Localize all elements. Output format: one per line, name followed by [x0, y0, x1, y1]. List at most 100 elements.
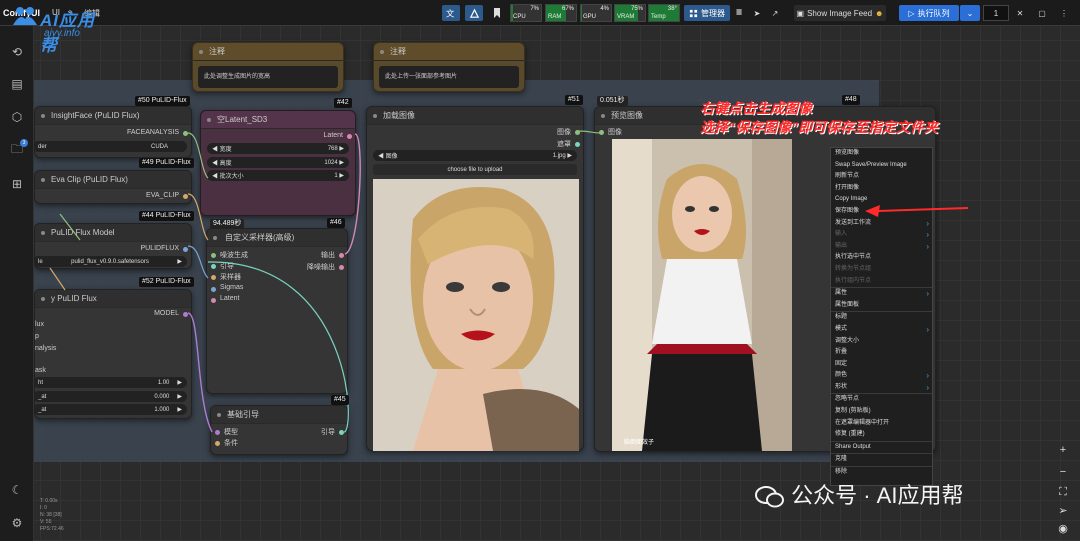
workflow-icon[interactable]: [465, 5, 483, 21]
context-menu-item[interactable]: 标题: [831, 312, 932, 324]
empty-latent-node[interactable]: 空Latent_SD3 Latent ◀ 宽度 768 ▶ ◀ 高度 1024 …: [200, 110, 356, 216]
node-title[interactable]: 空Latent_SD3: [201, 111, 355, 129]
note-node-upload[interactable]: 注释 此处上传一张面部参考图片: [373, 42, 525, 92]
output-port[interactable]: [183, 247, 188, 252]
batch-count-input[interactable]: 1: [983, 5, 1009, 21]
meter-value: 38°: [667, 6, 677, 12]
node-title[interactable]: 基础引导: [211, 406, 347, 424]
output-port[interactable]: [183, 194, 188, 199]
input-port[interactable]: [599, 130, 604, 135]
apply-pulid-node[interactable]: y PuLID Flux MODEL lux p nalysis ask ht …: [33, 289, 192, 419]
basic-guider-node[interactable]: 基础引导 模型 条件 引导: [210, 405, 348, 455]
batch-size-widget[interactable]: ◀ 批次大小 1 ▶: [207, 170, 349, 181]
toggle-links-icon[interactable]: ◉: [1055, 520, 1071, 536]
context-menu-item[interactable]: 刷新节点: [831, 171, 932, 183]
context-menu-item[interactable]: 属性 ›: [831, 288, 932, 300]
node-title[interactable]: y PuLID Flux: [35, 290, 191, 308]
start-at-widget[interactable]: _at 0.000 ▶: [33, 391, 187, 402]
trend-icon[interactable]: ↗: [768, 5, 782, 21]
width-widget[interactable]: ◀ 宽度 768 ▶: [207, 143, 349, 154]
pointer-mode-icon[interactable]: ➢: [1055, 502, 1071, 518]
insightface-node[interactable]: InsightFace (PuLID Flux) FACEANALYSIS de…: [33, 106, 192, 158]
pulid-model-node[interactable]: PuLID Flux Model PULIDFLUX le pulid_flux…: [33, 223, 192, 269]
note-node-size[interactable]: 注释 此处调整生成图片的宽高: [192, 42, 344, 92]
zoom-in-icon[interactable]: +: [1055, 442, 1071, 458]
input-port[interactable]: [215, 441, 220, 446]
output-port[interactable]: [339, 253, 344, 258]
note-text[interactable]: 此处上传一张面部参考图片: [379, 66, 519, 88]
zoom-out-icon[interactable]: −: [1055, 464, 1071, 480]
maximize-icon[interactable]: ▢: [1036, 5, 1048, 21]
context-menu-item[interactable]: 打开图像: [831, 183, 932, 195]
context-menu-item[interactable]: 预览图像: [831, 148, 932, 160]
context-menu-item[interactable]: 固定: [831, 359, 932, 371]
node-title[interactable]: Eva Clip (PuLID Flux): [35, 171, 191, 189]
end-at-widget[interactable]: _at 1.000 ▶: [33, 404, 187, 415]
input-port[interactable]: [215, 430, 220, 435]
node-title[interactable]: InsightFace (PuLID Flux): [35, 107, 191, 125]
image-select-widget[interactable]: ◀ 图像 1.jpg ▶: [373, 150, 577, 161]
context-menu-item[interactable]: 在遮罩编辑器中打开: [831, 418, 932, 430]
run-mode-dropdown[interactable]: ⌄: [960, 5, 980, 21]
input-port[interactable]: [211, 275, 216, 280]
context-menu-item[interactable]: 折叠: [831, 347, 932, 359]
context-menu-item[interactable]: 复制 (剪贴板): [831, 406, 932, 418]
context-menu-item[interactable]: Share Output: [831, 442, 932, 454]
queue-list-icon[interactable]: ▤: [9, 76, 25, 92]
context-menu-item[interactable]: 颜色 ›: [831, 370, 932, 382]
history-icon[interactable]: ⟲: [9, 44, 25, 60]
custom-sampler-node[interactable]: 自定义采样器(高级) 噪波生成 引导 采样器 Sigmas Latent 输出 …: [206, 228, 348, 394]
context-menu-item[interactable]: 调整大小: [831, 336, 932, 348]
output-port[interactable]: [183, 131, 188, 136]
input-port[interactable]: [211, 264, 216, 269]
output-port[interactable]: [347, 134, 352, 139]
clear-queue-icon[interactable]: ✕: [1014, 5, 1026, 21]
output-port[interactable]: [339, 430, 344, 435]
input-port[interactable]: [211, 253, 216, 258]
node-tree-icon[interactable]: ⊞: [9, 176, 25, 192]
output-port[interactable]: [339, 265, 344, 270]
context-menu-item[interactable]: 克隆: [831, 454, 932, 466]
input-port[interactable]: [211, 298, 216, 303]
node-title[interactable]: 自定义采样器(高级): [207, 229, 347, 247]
note-text[interactable]: 此处调整生成图片的宽高: [198, 66, 338, 88]
manager-button[interactable]: 管理器: [684, 5, 730, 21]
context-menu-item[interactable]: 执行选中节点: [831, 252, 932, 264]
meter-value: 4%: [600, 6, 609, 12]
input-port[interactable]: [211, 287, 216, 292]
node-badge: #45: [331, 395, 349, 405]
stats-icon[interactable]: 𝄜: [732, 5, 746, 21]
node-title[interactable]: PuLID Flux Model: [35, 224, 191, 242]
show-image-feed-button[interactable]: ▣ Show Image Feed ☻: [794, 5, 886, 21]
context-menu-item[interactable]: 模式 ›: [831, 324, 932, 336]
height-widget[interactable]: ◀ 高度 1024 ▶: [207, 157, 349, 168]
context-menu-item[interactable]: 形状 ›: [831, 382, 932, 394]
output-port[interactable]: [183, 312, 188, 317]
node-title[interactable]: 加载图像: [367, 107, 583, 125]
cube-icon[interactable]: ⬡: [9, 109, 25, 125]
weight-widget[interactable]: ht 1.00 ▶: [33, 377, 187, 388]
share-icon[interactable]: ➤: [750, 5, 764, 21]
context-menu-item[interactable]: 移除: [831, 467, 932, 479]
bookmark-icon[interactable]: [488, 5, 506, 21]
more-options-icon[interactable]: ⋮: [1058, 5, 1070, 21]
context-menu-item[interactable]: 属性面板: [831, 300, 932, 312]
context-menu-item[interactable]: 忽略节点: [831, 394, 932, 406]
output-port[interactable]: [575, 142, 580, 147]
settings-gear-icon[interactable]: ⚙: [9, 515, 25, 531]
run-queue-button[interactable]: ▷ 执行队列: [899, 5, 959, 21]
fit-view-icon[interactable]: ⛶: [1055, 484, 1071, 500]
provider-widget[interactable]: der CUDA: [33, 141, 187, 152]
evaclip-node[interactable]: Eva Clip (PuLID Flux) EVA_CLIP: [34, 170, 192, 204]
context-menu-item[interactable]: 修复 (重建): [831, 429, 932, 441]
pulid-file-widget[interactable]: le pulid_flux_v0.9.0.safetensors ▶: [33, 256, 187, 267]
context-menu-item[interactable]: Swap Save/Preview Image: [831, 160, 932, 172]
translate-icon[interactable]: 文: [442, 5, 460, 21]
load-image-node[interactable]: 加载图像 图像 遮罩 ◀ 图像 1.jpg ▶ choose file to u…: [366, 106, 584, 451]
output-port[interactable]: [575, 130, 580, 135]
generated-image[interactable]: 脑倒面效子: [612, 139, 792, 451]
widget-label: _at: [38, 393, 47, 400]
upload-button[interactable]: choose file to upload: [373, 164, 577, 175]
folder-icon[interactable]: 🗀 3: [9, 139, 28, 158]
theme-moon-icon[interactable]: ☾: [9, 482, 25, 498]
